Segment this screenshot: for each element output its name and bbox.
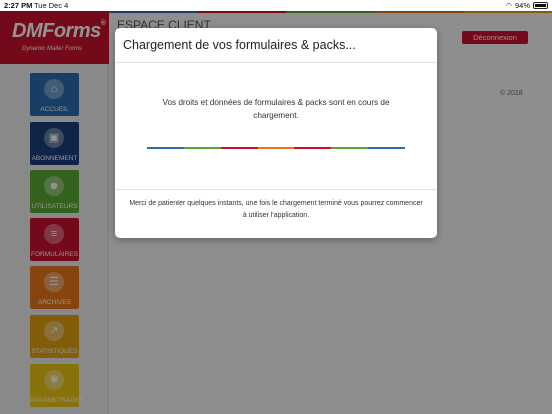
progress-segment	[147, 147, 184, 149]
progress-segment	[183, 147, 221, 149]
progress-segment	[331, 147, 369, 149]
status-right: ◠ 94%	[505, 1, 548, 10]
loading-dialog: Chargement de vos formulaires & packs...…	[115, 28, 437, 238]
dialog-divider	[115, 189, 437, 190]
status-time: 2:27 PM	[4, 1, 33, 10]
status-date: Tue Dec 4	[34, 1, 69, 10]
dialog-divider	[115, 62, 437, 63]
wifi-icon: ◠	[505, 1, 512, 10]
dialog-message: Vos droits et données de formulaires & p…	[162, 98, 390, 120]
progress-segment	[368, 147, 406, 149]
battery-icon	[533, 2, 548, 9]
status-bar: 2:27 PM Tue Dec 4 ◠ 94%	[0, 0, 552, 11]
progress-segment	[220, 147, 258, 149]
loading-progress-bar	[147, 147, 406, 149]
dialog-footer-text: Merci de patienter quelques instants, un…	[129, 200, 423, 219]
dialog-title: Chargement de vos formulaires & packs...	[123, 38, 356, 52]
progress-segment	[294, 147, 332, 149]
progress-segment	[257, 147, 295, 149]
battery-percent: 94%	[514, 1, 530, 10]
